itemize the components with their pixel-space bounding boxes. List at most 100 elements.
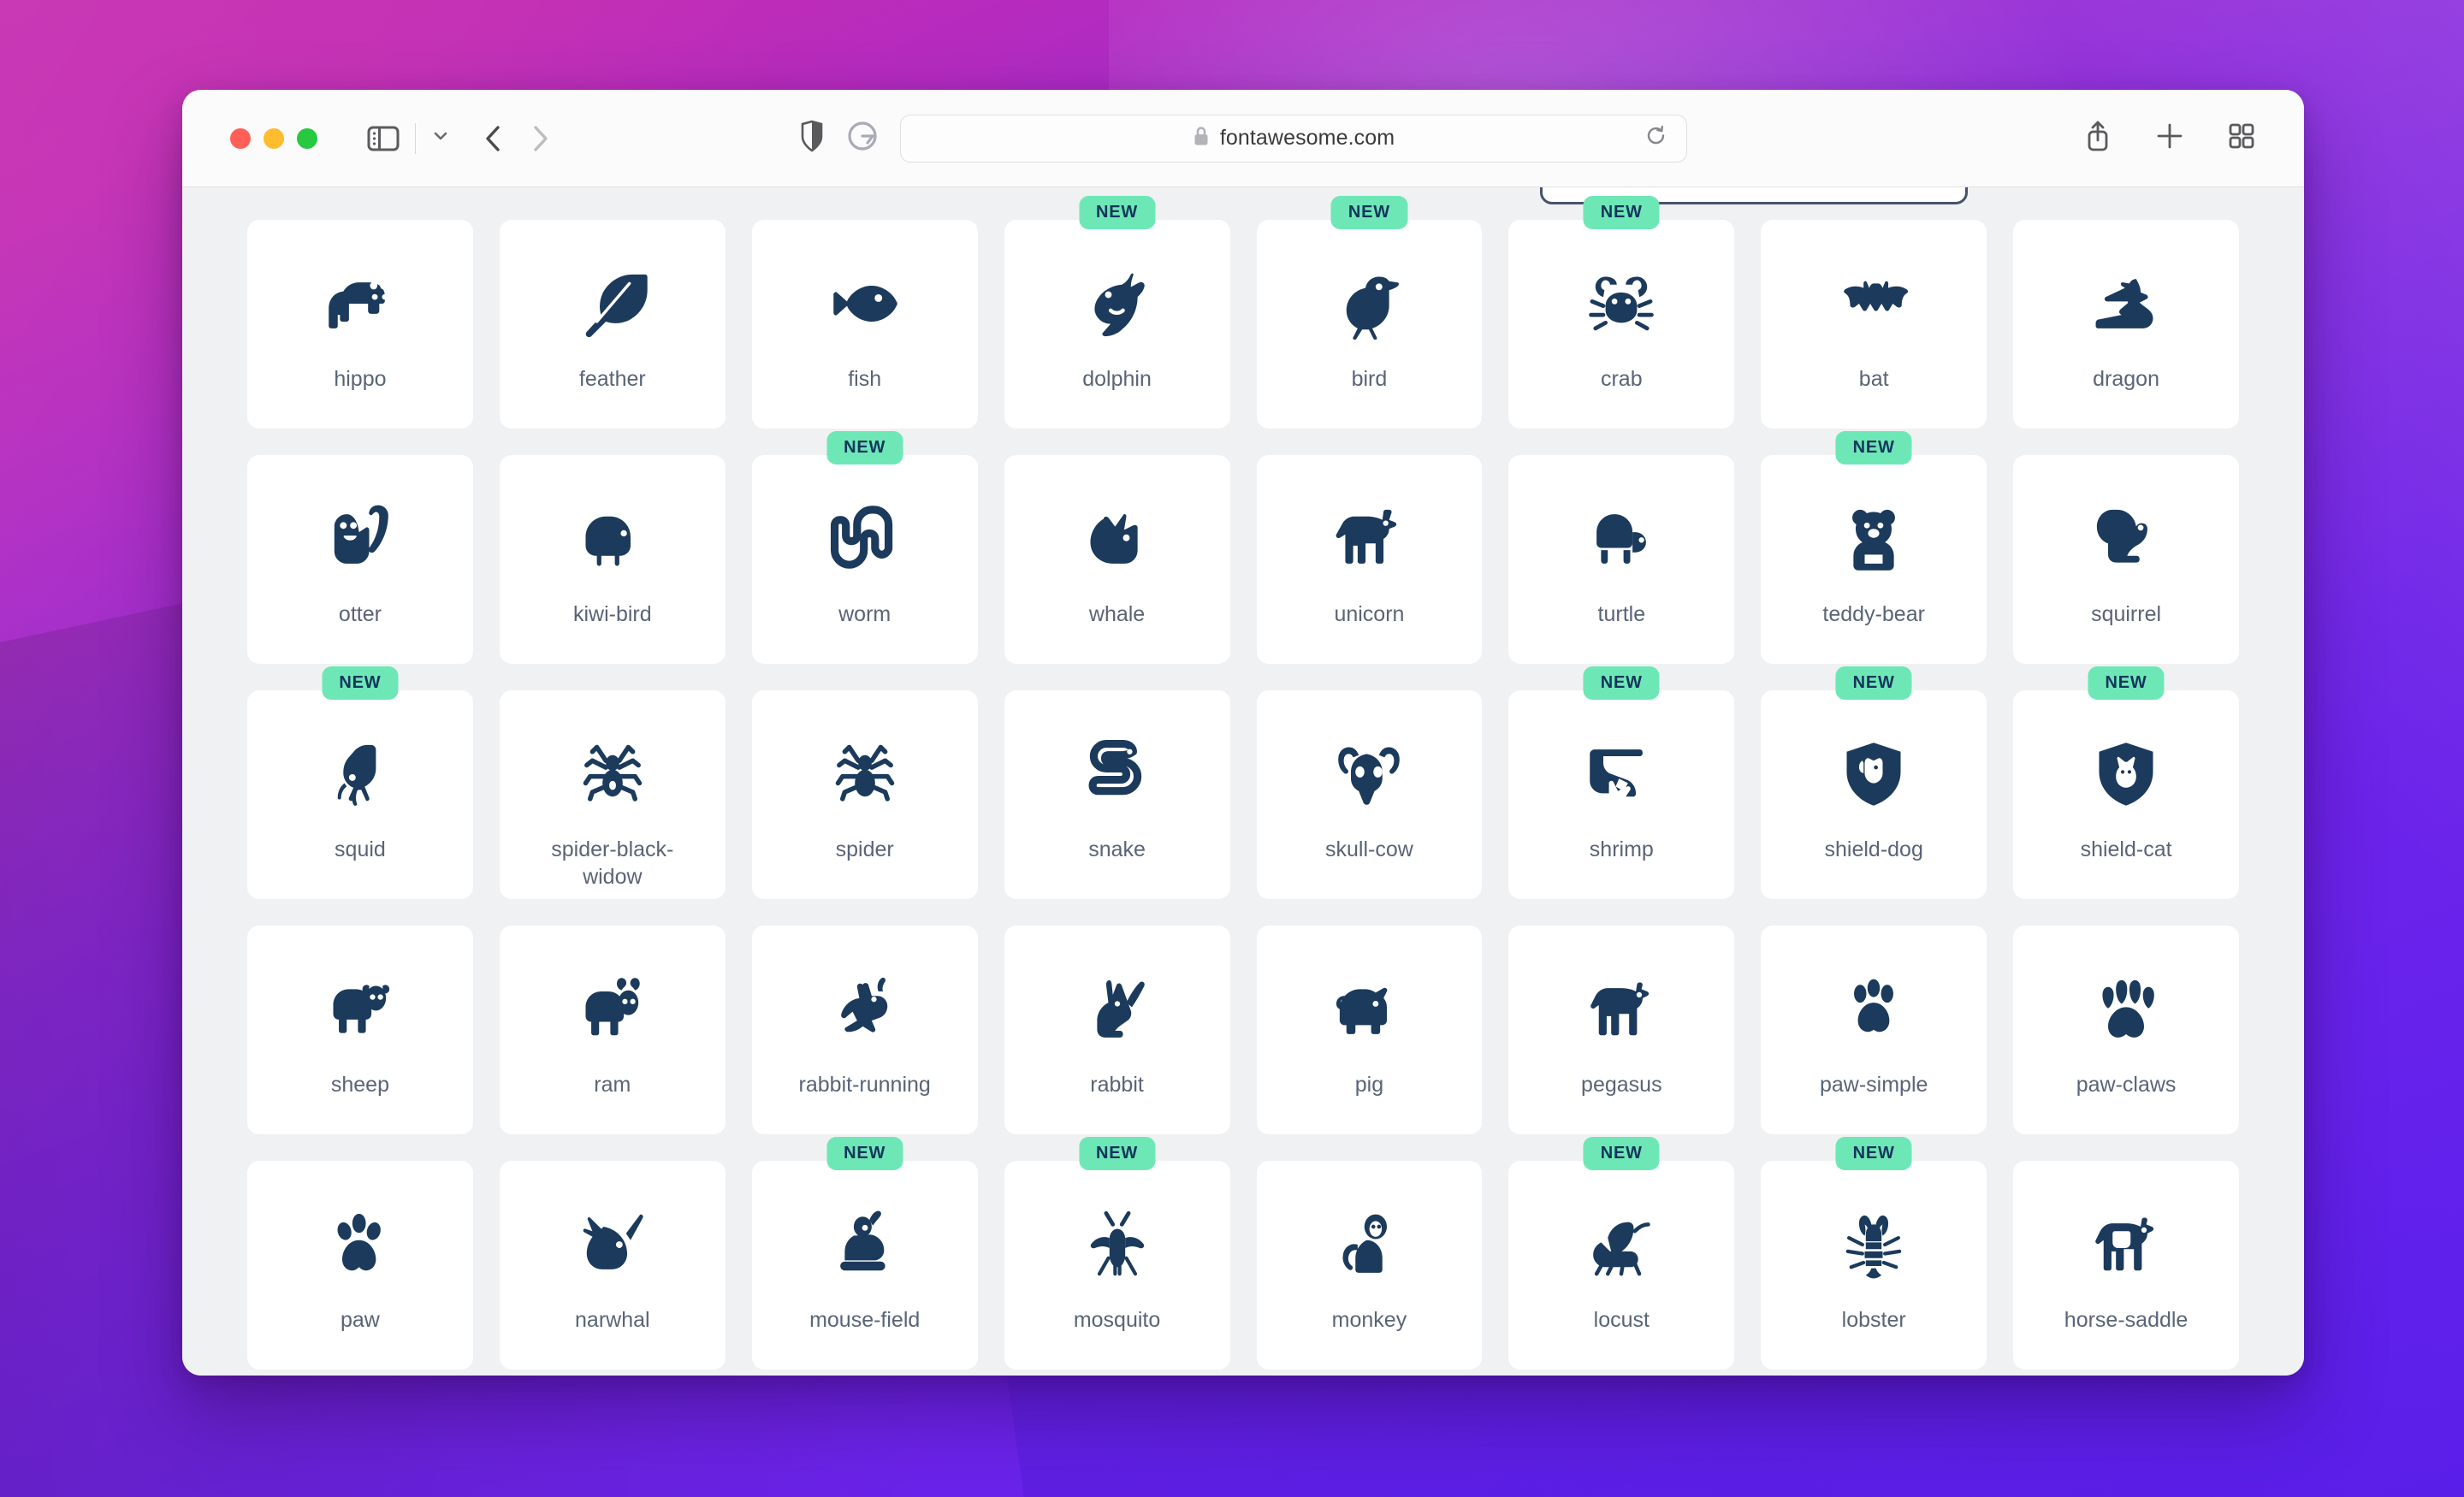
- sidebar-icon[interactable]: [367, 125, 400, 152]
- dragon-icon: [2090, 268, 2162, 340]
- feather-icon: [577, 268, 649, 340]
- zoom-window-button[interactable]: [297, 127, 317, 149]
- icon-card[interactable]: bat: [1761, 220, 1987, 429]
- icon-label: paw-claws: [2076, 1073, 2177, 1097]
- icon-card[interactable]: dragon: [2013, 220, 2239, 429]
- icon-label: rabbit: [1090, 1073, 1144, 1097]
- sheep-icon: [324, 973, 396, 1045]
- icon-label: sheep: [330, 1073, 389, 1097]
- back-button[interactable]: [483, 123, 505, 154]
- url-text: fontawesome.com: [1219, 126, 1395, 150]
- horse-saddle-icon: [2090, 1209, 2162, 1281]
- icon-card[interactable]: NEW mosquito: [1004, 1137, 1230, 1370]
- turtle-icon: [1585, 503, 1657, 575]
- icon-card[interactable]: narwhal: [499, 1161, 726, 1370]
- icon-label: teddy-bear: [1822, 602, 1925, 626]
- icon-card[interactable]: NEW shrimp: [1508, 666, 1735, 899]
- icon-card[interactable]: sheep: [247, 926, 473, 1134]
- icon-label: feather: [578, 367, 646, 391]
- icon-card[interactable]: NEW bird: [1256, 196, 1483, 429]
- rabbit-running-icon: [829, 973, 901, 1045]
- icon-card[interactable]: unicorn: [1256, 455, 1483, 664]
- icon-card[interactable]: paw-claws: [2013, 926, 2239, 1134]
- icon-grid: hippo feather fish NEW dolphin NEW bird NEW crab…: [247, 196, 2239, 1370]
- icon-label: shrimp: [1589, 837, 1654, 861]
- icon-card[interactable]: monkey: [1256, 1161, 1483, 1370]
- unicorn-icon: [1333, 503, 1405, 575]
- icon-card[interactable]: pegasus: [1508, 926, 1735, 1134]
- icon-card[interactable]: NEW shield-dog: [1761, 666, 1987, 899]
- mosquito-icon: [1081, 1209, 1153, 1281]
- tab-overview-icon[interactable]: [2227, 121, 2256, 155]
- icon-card[interactable]: feather: [499, 220, 726, 429]
- forward-button[interactable]: [529, 123, 551, 154]
- new-badge: NEW: [1835, 1137, 1912, 1170]
- shield-dog-icon: [1838, 738, 1910, 810]
- icon-card[interactable]: NEW worm: [751, 431, 978, 664]
- window-controls: [230, 127, 317, 149]
- icon-card[interactable]: NEW dolphin: [1004, 196, 1230, 429]
- icon-card[interactable]: snake: [1004, 690, 1230, 899]
- crab-icon: [1585, 268, 1657, 340]
- icon-card[interactable]: rabbit: [1004, 926, 1230, 1134]
- icon-card[interactable]: ram: [499, 926, 726, 1134]
- new-badge: NEW: [1583, 196, 1660, 229]
- icon-label: pegasus: [1581, 1073, 1662, 1097]
- icon-card[interactable]: NEW teddy-bear: [1761, 431, 1987, 664]
- grammarly-extension-icon[interactable]: [847, 121, 878, 156]
- icon-card[interactable]: NEW locust: [1508, 1137, 1735, 1370]
- chevron-down-icon[interactable]: [431, 128, 450, 148]
- icon-card[interactable]: turtle: [1508, 455, 1735, 664]
- icon-label: fish: [848, 367, 882, 391]
- snake-icon: [1081, 738, 1153, 810]
- icon-card[interactable]: pig: [1256, 926, 1483, 1134]
- icon-label: mosquito: [1073, 1308, 1161, 1332]
- paw-icon: [324, 1209, 396, 1281]
- icon-card[interactable]: NEW lobster: [1761, 1137, 1987, 1370]
- icon-card[interactable]: NEW squid: [247, 666, 473, 899]
- address-bar-group: fontawesome.com: [799, 114, 1687, 163]
- icon-card[interactable]: paw: [247, 1161, 473, 1370]
- icon-card[interactable]: spider: [751, 690, 978, 899]
- browser-window: fontawesome.com hippo feather fish NEW d…: [182, 90, 2304, 1376]
- plus-icon[interactable]: [2155, 121, 2184, 155]
- reload-icon[interactable]: [1645, 124, 1667, 152]
- icon-label: mouse-field: [809, 1308, 921, 1332]
- new-badge: NEW: [826, 431, 903, 464]
- icon-label: squirrel: [2091, 602, 2162, 626]
- narwhal-icon: [577, 1209, 649, 1281]
- mouse-field-icon: [829, 1209, 901, 1281]
- minimize-window-button[interactable]: [264, 127, 284, 149]
- icon-label: rabbit-running: [798, 1073, 931, 1097]
- icon-card[interactable]: squirrel: [2013, 455, 2239, 664]
- icon-label: ram: [594, 1073, 631, 1097]
- icon-card[interactable]: fish: [751, 220, 978, 429]
- navigation-controls: [483, 123, 551, 154]
- close-window-button[interactable]: [230, 127, 251, 149]
- icon-card[interactable]: skull-cow: [1256, 690, 1483, 899]
- icon-card[interactable]: spider-black-widow: [499, 690, 726, 899]
- dolphin-icon: [1081, 268, 1153, 340]
- locust-icon: [1585, 1209, 1657, 1281]
- address-bar[interactable]: fontawesome.com: [900, 114, 1687, 163]
- bat-icon: [1838, 268, 1910, 340]
- icon-card[interactable]: whale: [1004, 455, 1230, 664]
- share-icon[interactable]: [2083, 119, 2112, 157]
- icon-label: whale: [1088, 602, 1146, 626]
- icon-card[interactable]: rabbit-running: [751, 926, 978, 1134]
- icon-card[interactable]: horse-saddle: [2013, 1161, 2239, 1370]
- privacy-shield-icon[interactable]: [799, 120, 825, 157]
- icon-card[interactable]: NEW shield-cat: [2013, 666, 2239, 899]
- icon-label: spider: [835, 837, 894, 861]
- icon-card[interactable]: otter: [247, 455, 473, 664]
- icon-card[interactable]: hippo: [247, 220, 473, 429]
- new-badge: NEW: [1583, 1137, 1660, 1170]
- monkey-icon: [1333, 1209, 1405, 1281]
- icon-card[interactable]: NEW mouse-field: [751, 1137, 978, 1370]
- icon-card[interactable]: paw-simple: [1761, 926, 1987, 1134]
- new-badge: NEW: [1835, 666, 1912, 700]
- icon-card[interactable]: kiwi-bird: [499, 455, 726, 664]
- fish-icon: [829, 268, 901, 340]
- icon-label: skull-cow: [1325, 837, 1413, 861]
- icon-card[interactable]: NEW crab: [1508, 196, 1735, 429]
